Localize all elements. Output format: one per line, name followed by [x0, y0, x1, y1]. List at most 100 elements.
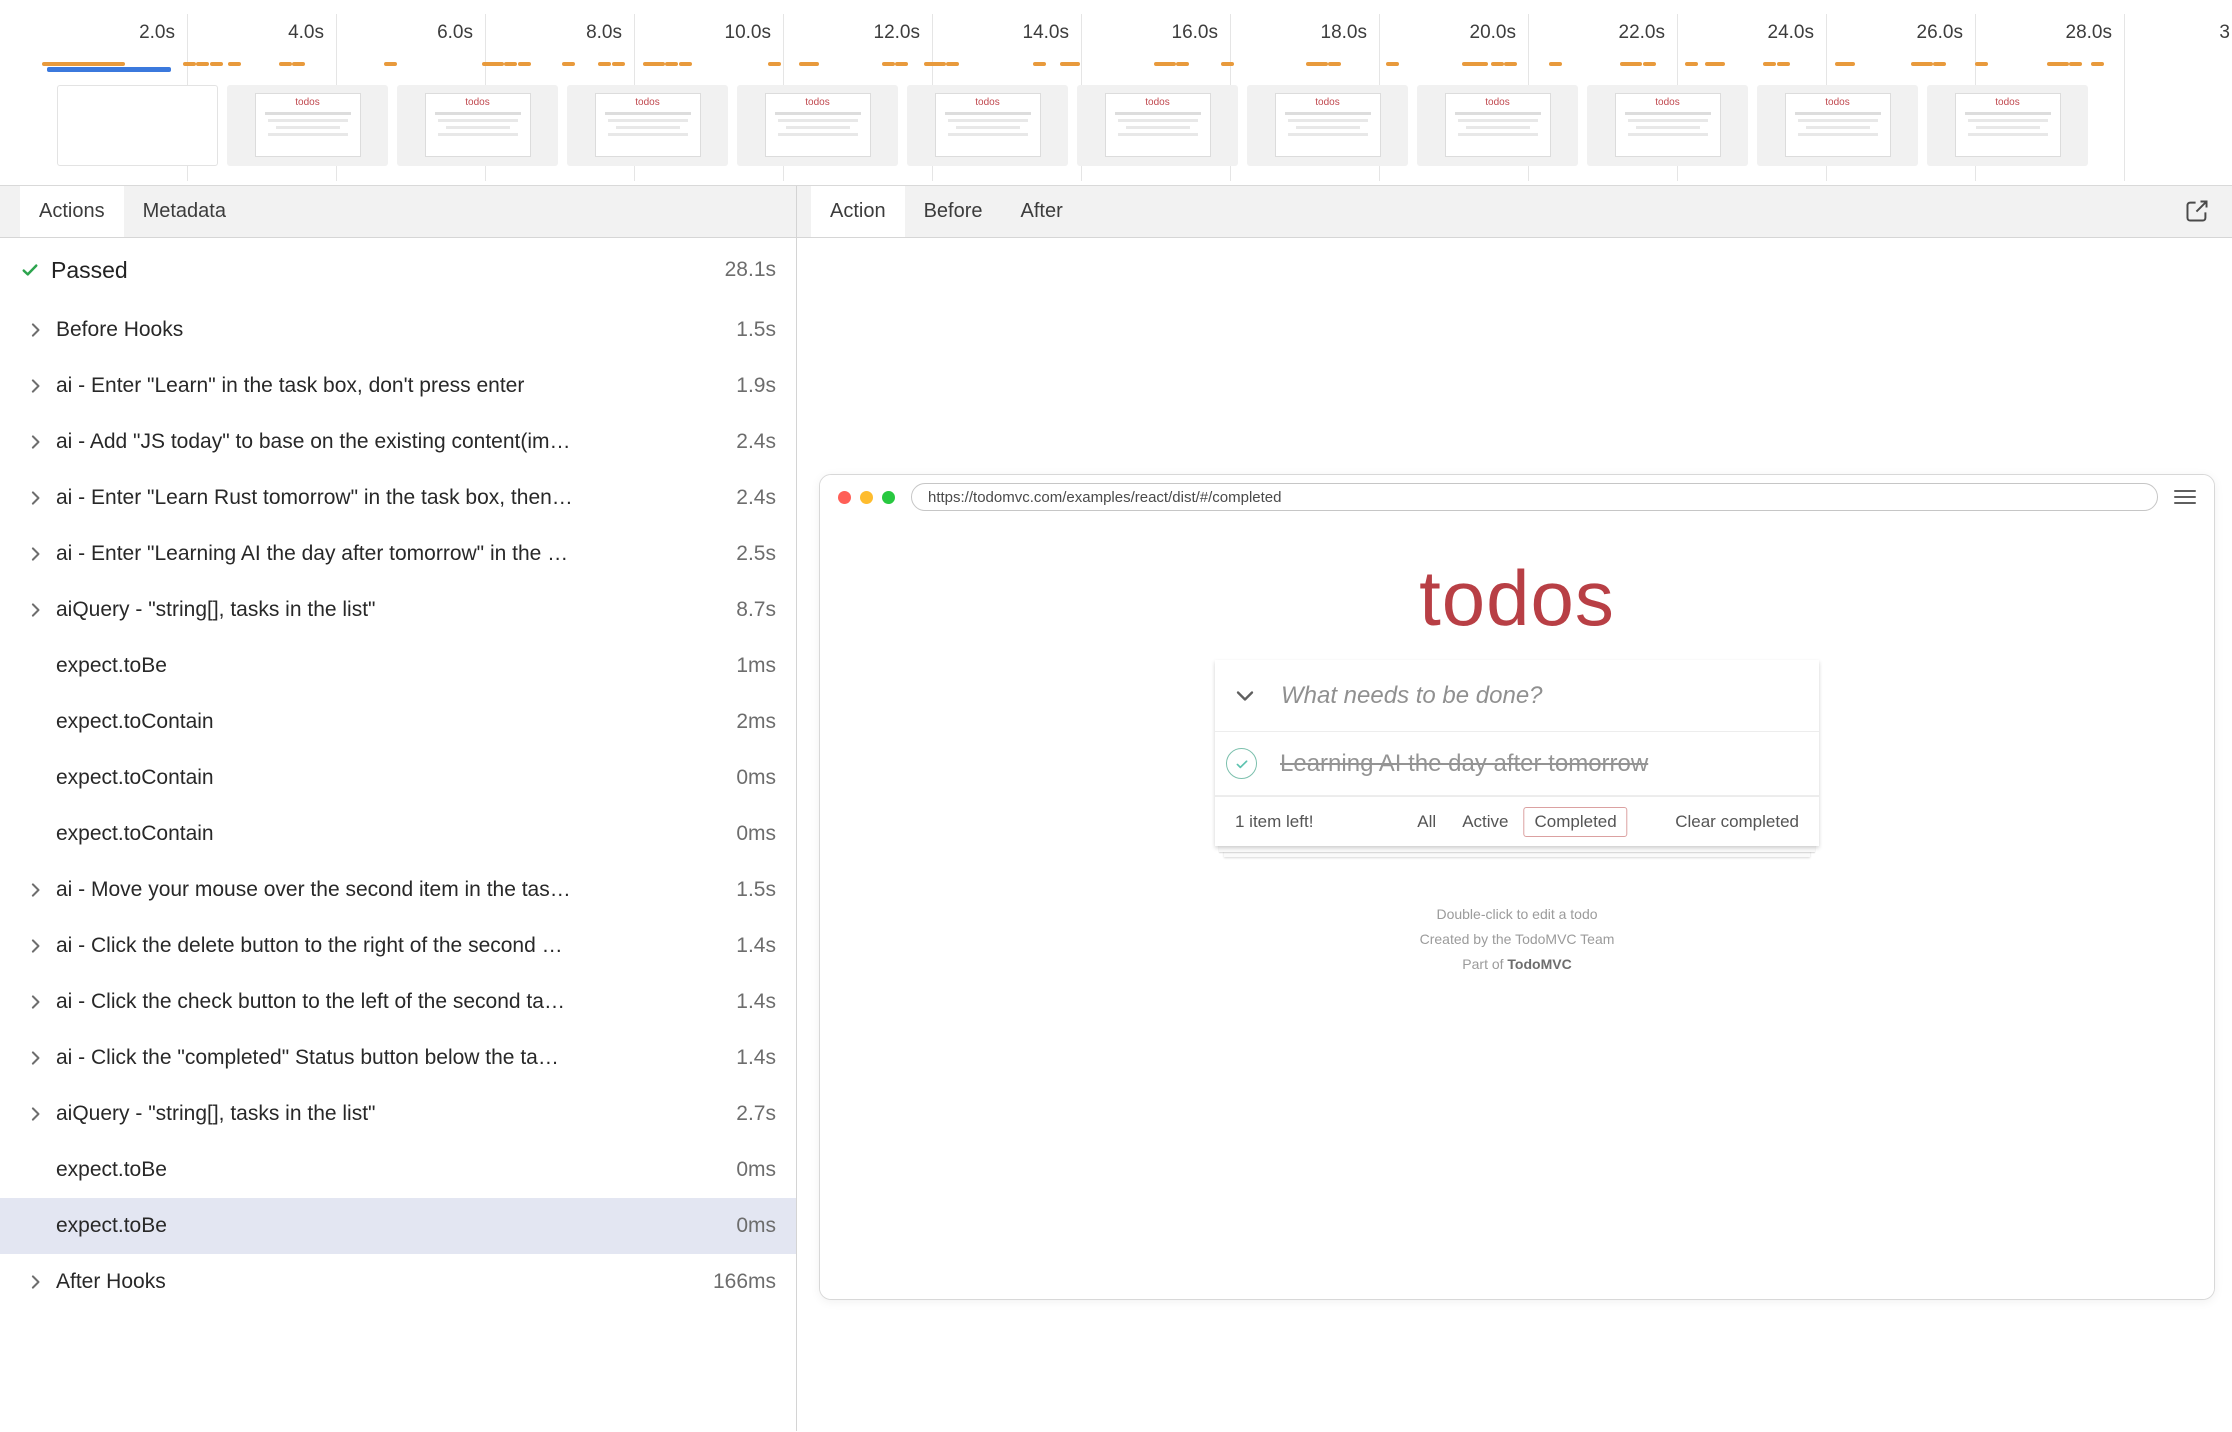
screenshot-thumbnail[interactable]: todos	[227, 85, 388, 166]
chevron-right-icon[interactable]	[26, 376, 46, 396]
action-row[interactable]: ai - Enter "Learn" in the task box, don'…	[0, 358, 796, 414]
thumbnail-page: todos	[1445, 93, 1551, 157]
thumbnail-page: todos	[1105, 93, 1211, 157]
action-row[interactable]: ai - Enter "Learning AI the day after to…	[0, 526, 796, 582]
action-row[interactable]: expect.toContain 2ms	[0, 694, 796, 750]
action-duration: 0ms	[736, 1158, 776, 1182]
thumbnail-content-line	[1455, 112, 1541, 115]
action-row[interactable]: expect.toBe 0ms	[0, 1198, 796, 1254]
chevron-right-icon[interactable]	[26, 1272, 46, 1292]
action-row[interactable]: ai - Click the delete button to the righ…	[0, 918, 796, 974]
left-panel-tab[interactable]: Metadata	[124, 186, 245, 237]
new-todo-input[interactable]: What needs to be done?	[1281, 682, 1543, 710]
chevron-right-icon[interactable]	[26, 1048, 46, 1068]
screenshot-thumbnail[interactable]: todos	[567, 85, 728, 166]
snapshot-tab[interactable]: Before	[905, 186, 1002, 237]
thumbnail-content-line	[608, 119, 688, 122]
action-row[interactable]: After Hooks 166ms	[0, 1254, 796, 1310]
toggle-all-chevron-down-icon[interactable]	[1231, 682, 1259, 710]
action-row[interactable]: aiQuery - "string[], tasks in the list" …	[0, 1086, 796, 1142]
thumbnail-content-line	[948, 133, 1028, 136]
thumbnail-content-line	[446, 126, 510, 129]
left-panel-tab[interactable]: Actions	[20, 186, 124, 237]
clear-completed-button[interactable]: Clear completed	[1675, 812, 1799, 832]
action-label: expect.toBe	[56, 1214, 722, 1238]
screenshot-thumbnail[interactable]: todos	[907, 85, 1068, 166]
chevron-right-icon[interactable]	[26, 544, 46, 564]
snapshot-tab[interactable]: After	[1002, 186, 1082, 237]
screenshot-thumbnail[interactable]: todos	[737, 85, 898, 166]
action-row[interactable]: ai - Click the check button to the left …	[0, 974, 796, 1030]
thumbnail-page: todos	[255, 93, 361, 157]
thumbnail-content-line	[1628, 133, 1708, 136]
action-row[interactable]: ai - Enter "Learn Rust tomorrow" in the …	[0, 470, 796, 526]
action-label: Before Hooks	[56, 318, 722, 342]
todo-item-label[interactable]: Learning AI the day after tomorrow	[1280, 750, 1648, 778]
maximize-dot-icon[interactable]	[882, 491, 895, 504]
thumbnail-page: todos	[935, 93, 1041, 157]
action-label: ai - Click the delete button to the righ…	[56, 934, 722, 958]
snapshot-panel: Action Before After	[797, 186, 2232, 1431]
chevron-right-icon[interactable]	[26, 992, 46, 1012]
open-external-button[interactable]	[2182, 197, 2212, 227]
screenshot-thumbnail[interactable]: todos	[1757, 85, 1918, 166]
chevron-right-icon[interactable]	[26, 936, 46, 956]
chevron-right-icon[interactable]	[26, 432, 46, 452]
action-row[interactable]: ai - Move your mouse over the second ite…	[0, 862, 796, 918]
snapshot-content-area: https://todomvc.com/examples/react/dist/…	[797, 238, 2232, 1431]
chevron-right-icon[interactable]	[26, 488, 46, 508]
screenshot-thumbnail[interactable]: todos	[1927, 85, 2088, 166]
action-duration: 2.7s	[736, 1102, 776, 1126]
filter-link[interactable]: Completed	[1523, 807, 1627, 837]
timeline-strip[interactable]: 2.0s 4.0s 6.0s 8.0s 10.0s 12.0s 14.0s	[0, 0, 2232, 186]
right-tabbar: Action Before After	[797, 186, 2232, 238]
todos-app-title: todos	[820, 553, 2214, 644]
action-row[interactable]: expect.toBe 0ms	[0, 1142, 796, 1198]
action-label: expect.toContain	[56, 822, 722, 846]
action-row[interactable]: expect.toBe 1ms	[0, 638, 796, 694]
screenshot-thumbnail[interactable]: todos	[1077, 85, 1238, 166]
action-row[interactable]: aiQuery - "string[], tasks in the list" …	[0, 582, 796, 638]
screenshot-thumbnail[interactable]	[57, 85, 218, 166]
chevron-right-icon[interactable]	[26, 1104, 46, 1124]
todo-item-row: Learning AI the day after tomorrow	[1215, 732, 1819, 796]
chevron-right-icon[interactable]	[26, 880, 46, 900]
action-label: ai - Enter "Learning AI the day after to…	[56, 542, 722, 566]
thumbnail-page: todos	[1785, 93, 1891, 157]
minimize-dot-icon[interactable]	[860, 491, 873, 504]
screenshot-thumbnail[interactable]: todos	[1247, 85, 1408, 166]
filter-link[interactable]: Active	[1451, 807, 1519, 837]
thumbnail-content-line	[945, 112, 1031, 115]
screenshot-thumbnail[interactable]: todos	[1417, 85, 1578, 166]
address-bar[interactable]: https://todomvc.com/examples/react/dist/…	[911, 483, 2158, 511]
todo-footer: 1 item left! All Active Completed	[1215, 796, 1819, 846]
screenshot-thumbnail[interactable]: todos	[397, 85, 558, 166]
action-row[interactable]: Before Hooks 1.5s	[0, 302, 796, 358]
action-duration: 1.4s	[736, 990, 776, 1014]
snapshot-tab[interactable]: Action	[811, 186, 905, 237]
action-row[interactable]: ai - Click the "completed" Status button…	[0, 1030, 796, 1086]
thumbnail-content-line	[1798, 133, 1878, 136]
chevron-right-icon[interactable]	[26, 600, 46, 620]
thumbnail-content-line	[1625, 112, 1711, 115]
tabbar-spacer	[1082, 186, 2182, 237]
action-duration: 1.5s	[736, 878, 776, 902]
screenshot-thumbnail[interactable]: todos	[1587, 85, 1748, 166]
menu-icon[interactable]	[2174, 490, 2196, 504]
thumbnail-page: todos	[1615, 93, 1721, 157]
chevron-right-icon[interactable]	[26, 320, 46, 340]
action-label: expect.toContain	[56, 710, 722, 734]
action-duration: 1.5s	[736, 318, 776, 342]
actions-list: Before Hooks 1.5s ai - Enter "Learn" in …	[0, 302, 796, 1310]
thumbnail-content-line	[948, 119, 1028, 122]
todo-toggle-checked-icon[interactable]	[1226, 748, 1257, 779]
thumbnail-content-line	[786, 126, 850, 129]
filter-link[interactable]: All	[1406, 807, 1447, 837]
action-row[interactable]: ai - Add "JS today" to base on the exist…	[0, 414, 796, 470]
close-dot-icon[interactable]	[838, 491, 851, 504]
browser-chrome: https://todomvc.com/examples/react/dist/…	[820, 475, 2214, 519]
thumbnail-content-line	[1466, 126, 1530, 129]
action-row[interactable]: expect.toContain 0ms	[0, 750, 796, 806]
action-row[interactable]: expect.toContain 0ms	[0, 806, 796, 862]
todomvc-link[interactable]: TodoMVC	[1507, 956, 1571, 972]
